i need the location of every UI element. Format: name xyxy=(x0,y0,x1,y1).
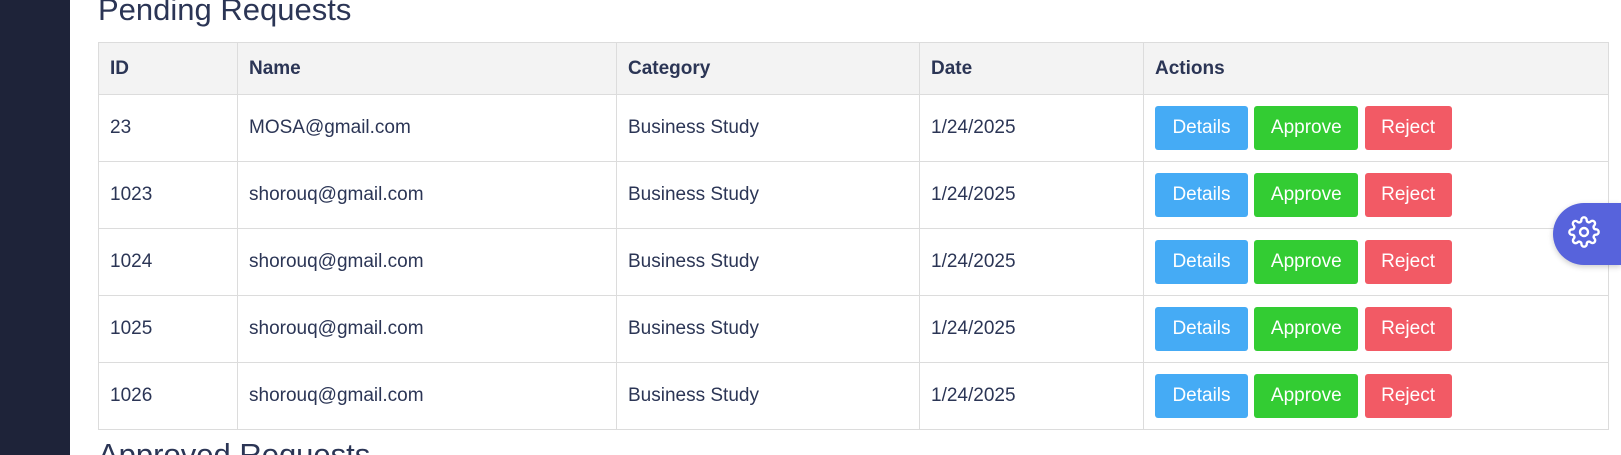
details-button[interactable]: Details xyxy=(1155,374,1248,418)
approved-requests-title: Approved Requests xyxy=(98,437,371,455)
table-row: 23 MOSA@gmail.com Business Study 1/24/20… xyxy=(98,94,1609,162)
column-header-category: Category xyxy=(616,42,920,95)
reject-button[interactable]: Reject xyxy=(1364,106,1452,150)
cell-actions: Details Approve Reject xyxy=(1143,161,1609,229)
table-row: 1024 shorouq@gmail.com Business Study 1/… xyxy=(98,228,1609,296)
cell-name: MOSA@gmail.com xyxy=(237,94,617,162)
cell-name: shorouq@gmail.com xyxy=(237,161,617,229)
reject-button[interactable]: Reject xyxy=(1364,240,1452,284)
details-button[interactable]: Details xyxy=(1155,307,1248,351)
cell-id: 1023 xyxy=(98,161,238,229)
table-row: 1026 shorouq@gmail.com Business Study 1/… xyxy=(98,362,1609,430)
approve-button[interactable]: Approve xyxy=(1254,374,1359,418)
cell-date: 1/24/2025 xyxy=(919,362,1144,430)
cell-category: Business Study xyxy=(616,161,920,229)
reject-button[interactable]: Reject xyxy=(1364,374,1452,418)
details-button[interactable]: Details xyxy=(1155,106,1248,150)
cell-id: 23 xyxy=(98,94,238,162)
cell-id: 1025 xyxy=(98,295,238,363)
reject-button[interactable]: Reject xyxy=(1364,307,1452,351)
column-header-date: Date xyxy=(919,42,1144,95)
cell-date: 1/24/2025 xyxy=(919,161,1144,229)
cell-name: shorouq@gmail.com xyxy=(237,295,617,363)
approve-button[interactable]: Approve xyxy=(1254,240,1359,284)
details-button[interactable]: Details xyxy=(1155,240,1248,284)
column-header-name: Name xyxy=(237,42,617,95)
pending-requests-table: ID Name Category Date Actions 23 MOSA@gm… xyxy=(98,42,1609,430)
gear-icon xyxy=(1568,215,1600,253)
approve-button[interactable]: Approve xyxy=(1254,106,1359,150)
cell-date: 1/24/2025 xyxy=(919,295,1144,363)
cell-name: shorouq@gmail.com xyxy=(237,228,617,296)
cell-date: 1/24/2025 xyxy=(919,228,1144,296)
table-header-row: ID Name Category Date Actions xyxy=(98,42,1609,95)
table-row: 1025 shorouq@gmail.com Business Study 1/… xyxy=(98,295,1609,363)
pending-requests-title: Pending Requests xyxy=(98,0,352,27)
cell-category: Business Study xyxy=(616,295,920,363)
approve-button[interactable]: Approve xyxy=(1254,173,1359,217)
cell-actions: Details Approve Reject xyxy=(1143,362,1609,430)
details-button[interactable]: Details xyxy=(1155,173,1248,217)
column-header-actions: Actions xyxy=(1143,42,1609,95)
cell-date: 1/24/2025 xyxy=(919,94,1144,162)
settings-button[interactable] xyxy=(1553,203,1621,265)
cell-actions: Details Approve Reject xyxy=(1143,228,1609,296)
cell-name: shorouq@gmail.com xyxy=(237,362,617,430)
reject-button[interactable]: Reject xyxy=(1364,173,1452,217)
cell-category: Business Study xyxy=(616,228,920,296)
approve-button[interactable]: Approve xyxy=(1254,307,1359,351)
cell-actions: Details Approve Reject xyxy=(1143,295,1609,363)
cell-category: Business Study xyxy=(616,94,920,162)
table-row: 1023 shorouq@gmail.com Business Study 1/… xyxy=(98,161,1609,229)
sidebar xyxy=(0,0,70,455)
cell-actions: Details Approve Reject xyxy=(1143,94,1609,162)
cell-id: 1026 xyxy=(98,362,238,430)
main-content: Pending Requests ID Name Category Date A… xyxy=(70,0,1621,455)
app: Pending Requests ID Name Category Date A… xyxy=(0,0,1621,455)
cell-category: Business Study xyxy=(616,362,920,430)
cell-id: 1024 xyxy=(98,228,238,296)
column-header-id: ID xyxy=(98,42,238,95)
